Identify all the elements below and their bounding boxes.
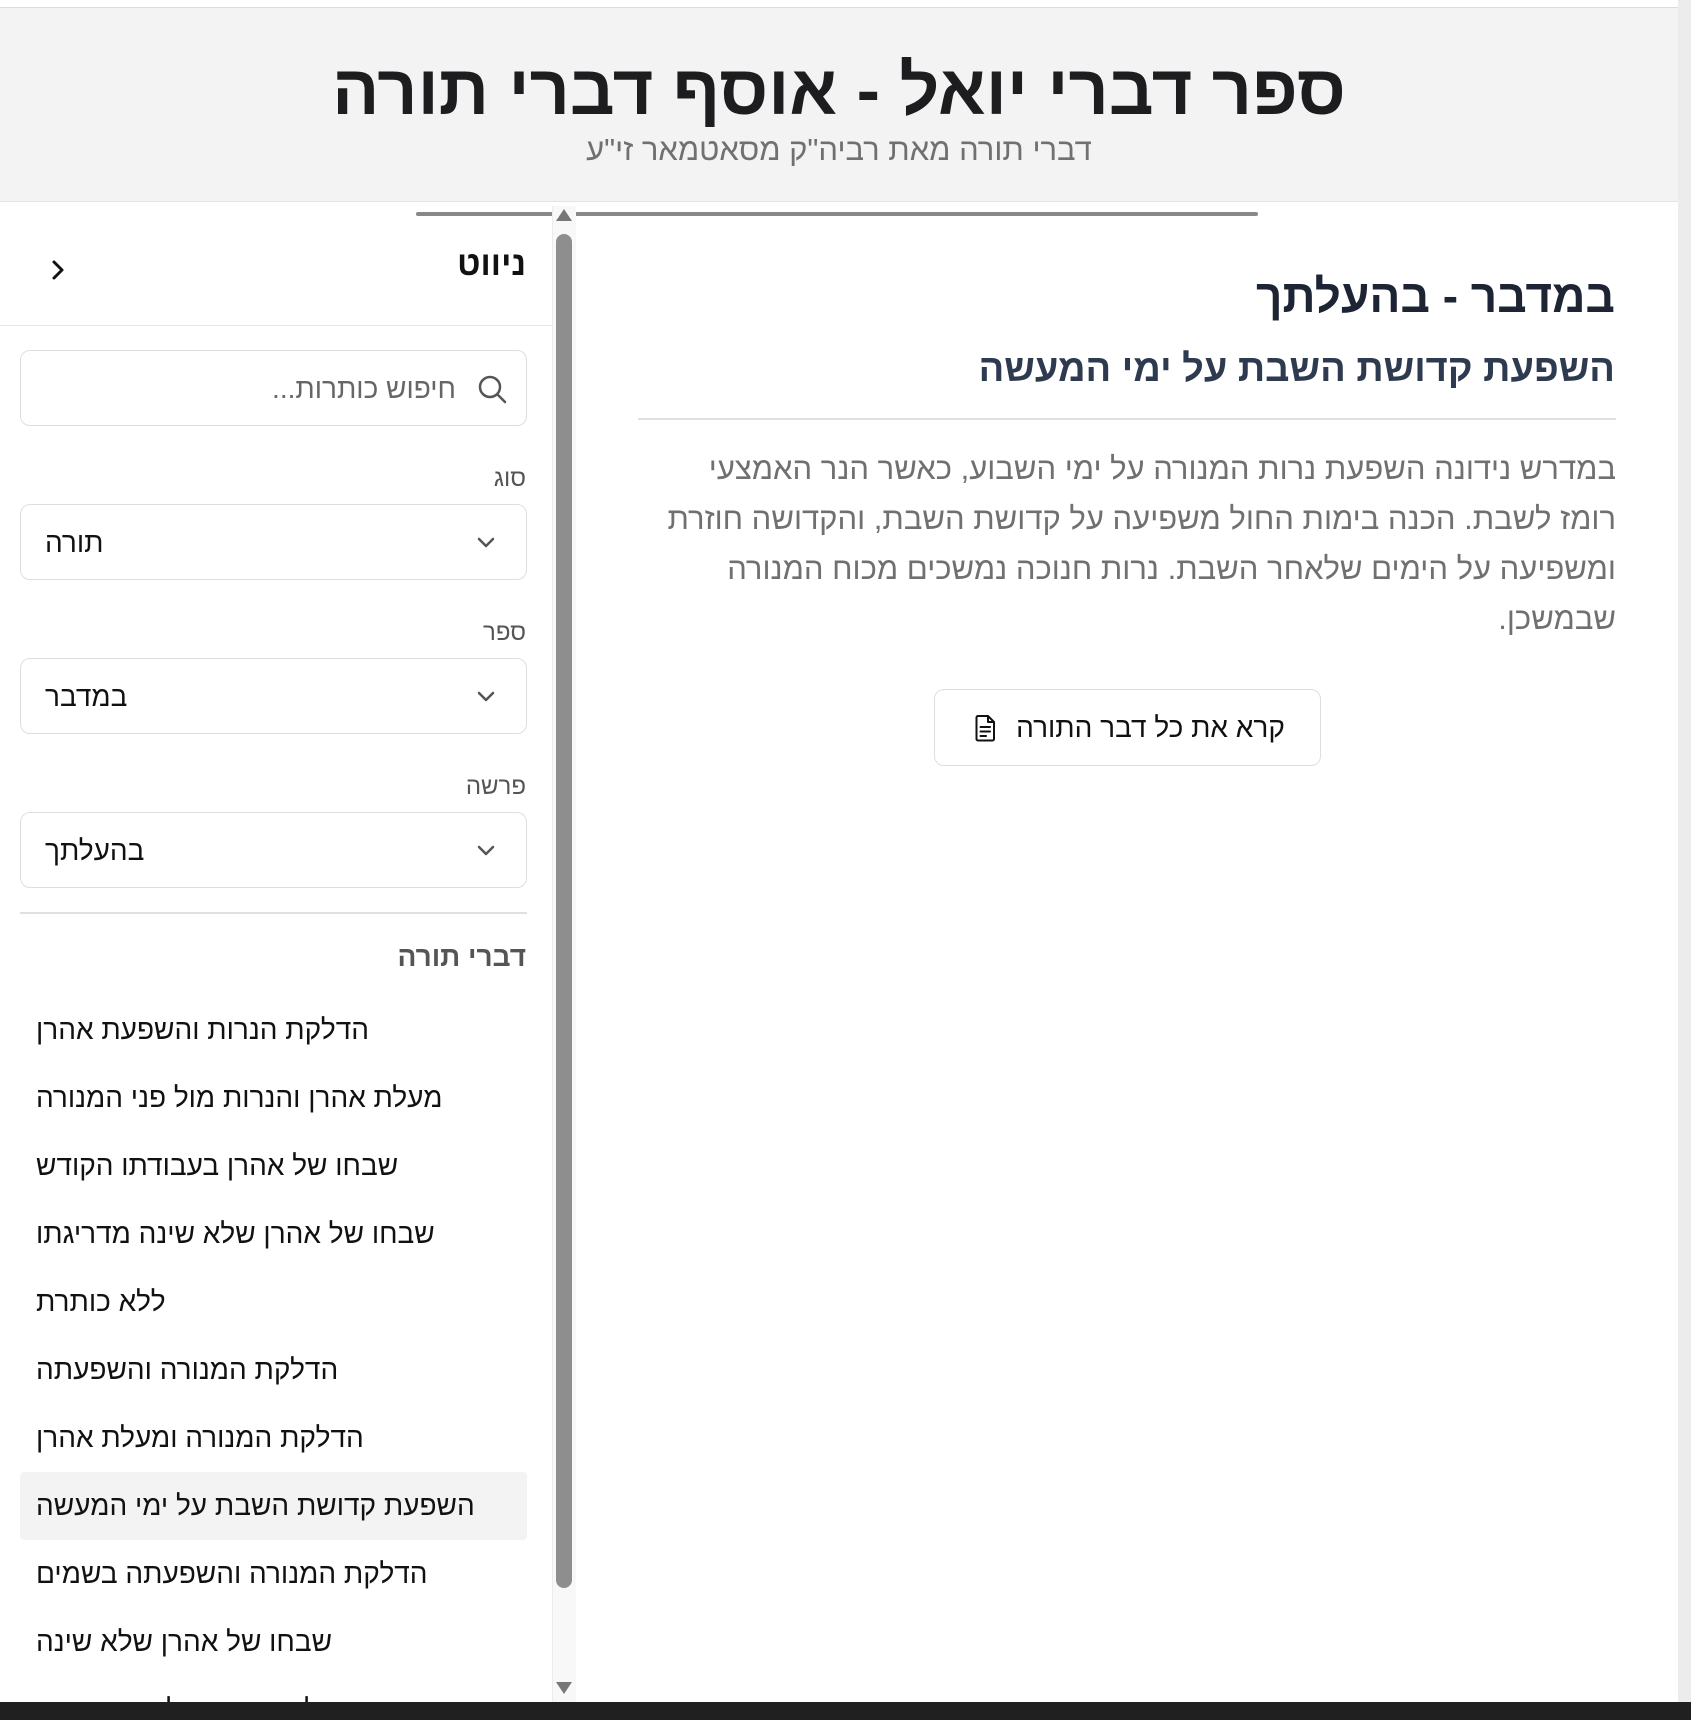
list-item[interactable]: הדלקת הנרות והשפעת אהרן (20, 996, 527, 1064)
list-item[interactable]: הדלקת המנורה והשפעתה בשמים (20, 1540, 527, 1608)
chevron-down-icon (477, 845, 495, 856)
list-item-label: ללא כותרת (36, 1286, 166, 1317)
list-item-label: שבחו של אהרן שלא שינה (36, 1626, 333, 1657)
torah-list-heading: דברי תורה (397, 941, 526, 972)
parsha-filter-label: פרשה (465, 773, 526, 800)
search-field[interactable] (20, 350, 527, 426)
book-select[interactable]: במדבר (20, 658, 527, 734)
list-item-label: הדלקת המנורה ומעלת אהרן (36, 1422, 364, 1453)
site-title: ספר דברי יואל - אוסף דברי תורה (332, 51, 1346, 129)
scrollbar-thumb[interactable] (556, 234, 572, 1588)
list-item[interactable]: שבחו של אהרן שלא שינה (20, 1608, 527, 1676)
list-item-label: שבחו של אהרן שלא שינה מדריגתו (36, 1218, 435, 1249)
scroll-down-arrow-icon[interactable] (556, 1682, 572, 1694)
list-item[interactable]: ללא כותרת (20, 1268, 527, 1336)
torah-list: הדלקת הנרות והשפעת אהרן מעלת אהרן והנרות … (20, 996, 527, 1702)
parsha-select-value: בהעלתך (45, 835, 145, 866)
sidebar-header: ניווט (0, 218, 552, 326)
window-top-edge (0, 0, 1678, 8)
list-item[interactable]: השפעת קדושת השבת על ימי המעשה (20, 1472, 527, 1540)
list-item[interactable]: שבחו של אהרן בהדלקת המנורה (20, 1676, 527, 1702)
torah-title: השפעת קדושת השבת על ימי המעשה (978, 348, 1615, 390)
site-subtitle: דברי תורה מאת רביה"ק מסאטמאר זי"ע (586, 132, 1092, 167)
page-title: במדבר - בהעלתך (1256, 270, 1615, 322)
sidebar-divider (20, 912, 527, 914)
torah-summary: במדרש נידונה השפעת נרות המנורה על ימי הש… (667, 451, 1616, 636)
type-filter-label: סוג (493, 465, 526, 492)
search-input[interactable] (41, 369, 456, 409)
list-item-label: שבחו של אהרן בעבודתו הקודש (36, 1150, 399, 1181)
list-item-label: השפעת קדושת השבת על ימי המעשה (36, 1490, 475, 1521)
list-item-label: הדלקת המנורה והשפעתה בשמים (36, 1558, 428, 1589)
list-item[interactable]: מעלת אהרן והנרות מול פני המנורה (20, 1064, 527, 1132)
collapse-sidebar-button[interactable] (40, 252, 76, 288)
navigation-sidebar: ניווט סוג תורה ספר במדבר פרשה בהעלתך (0, 218, 552, 1702)
list-item[interactable]: הדלקת המנורה ומעלת אהרן (20, 1404, 527, 1472)
list-item-label: מעלת אהרן והנרות מול פני המנורה (36, 1082, 443, 1113)
type-select[interactable]: תורה (20, 504, 527, 580)
read-full-torah-label: קרא את כל דבר התורה (1016, 711, 1285, 743)
sidebar-title: ניווט (457, 245, 526, 283)
list-item-label: שבחו של אהרן בהדלקת המנורה (36, 1676, 410, 1702)
resize-handle[interactable] (416, 212, 1258, 216)
list-item[interactable]: הדלקת המנורה והשפעתה (20, 1336, 527, 1404)
book-select-value: במדבר (45, 681, 128, 712)
read-full-torah-button[interactable]: קרא את כל דבר התורה (934, 689, 1321, 766)
window-bottom-edge (0, 1702, 1691, 1720)
content-divider (638, 418, 1616, 420)
window-right-edge (1678, 0, 1691, 1720)
type-select-value: תורה (45, 527, 104, 558)
list-item[interactable]: שבחו של אהרן בעבודתו הקודש (20, 1132, 527, 1200)
list-item-label: הדלקת הנרות והשפעת אהרן (36, 1014, 369, 1045)
site-header: ספר דברי יואל - אוסף דברי תורה דברי תורה… (0, 8, 1678, 202)
chevron-right-icon (52, 260, 64, 280)
list-item[interactable]: שבחו של אהרן שלא שינה מדריגתו (20, 1200, 527, 1268)
parsha-select[interactable]: בהעלתך (20, 812, 527, 888)
book-filter-label: ספר (483, 619, 526, 646)
scroll-up-arrow-icon[interactable] (556, 209, 572, 221)
list-item-label: הדלקת המנורה והשפעתה (36, 1354, 339, 1385)
chevron-down-icon (477, 537, 495, 548)
chevron-down-icon (477, 691, 495, 702)
document-icon (975, 714, 996, 741)
search-icon (478, 375, 507, 404)
